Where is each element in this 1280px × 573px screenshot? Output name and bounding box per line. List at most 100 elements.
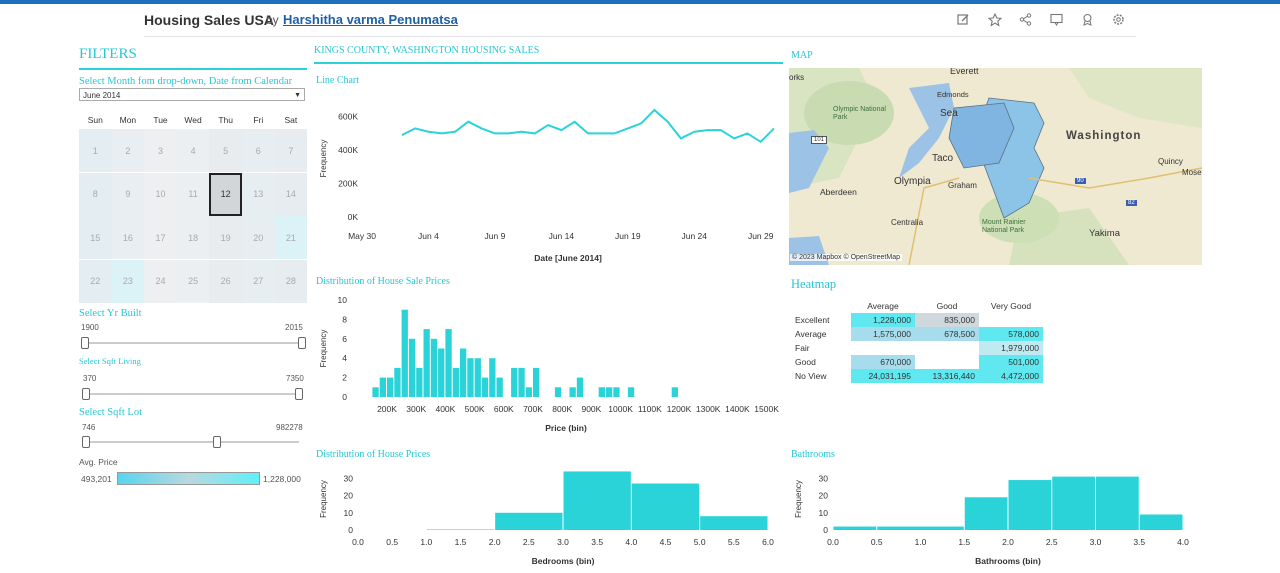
- sqft-living-min-handle[interactable]: [82, 388, 90, 400]
- heatmap-title: Heatmap: [791, 277, 837, 291]
- avg-price-max: 1,228,000: [263, 474, 301, 484]
- histogram-bar: [1052, 476, 1095, 530]
- star-icon[interactable]: [985, 10, 1004, 29]
- month-dropdown[interactable]: June 2014 ▼: [79, 88, 305, 101]
- y-tick-label: 6: [342, 334, 347, 344]
- histogram-bar: [430, 338, 438, 397]
- calendar-day[interactable]: 18: [176, 216, 210, 259]
- calendar-day[interactable]: 1: [79, 129, 112, 172]
- calendar-day[interactable]: 21: [274, 216, 308, 259]
- calendar-day[interactable]: 7: [274, 129, 308, 172]
- sqft-lot-slider[interactable]: [84, 441, 299, 443]
- heatmap-cell[interactable]: [915, 355, 979, 369]
- map-label-quincy: Quincy: [1158, 157, 1183, 166]
- calendar-day[interactable]: 23: [111, 259, 145, 303]
- heatmap-cell[interactable]: [979, 313, 1043, 327]
- calendar-day[interactable]: 2: [111, 129, 145, 172]
- calendar-day[interactable]: 24: [144, 259, 177, 303]
- sqft-lot-max-handle[interactable]: [213, 436, 221, 448]
- sqft-lot-min-handle[interactable]: [82, 436, 90, 448]
- yr-built-slider[interactable]: [84, 342, 302, 344]
- settings-icon[interactable]: [1109, 10, 1128, 29]
- calendar-day[interactable]: 26: [209, 259, 242, 303]
- heatmap-cell[interactable]: 670,000: [851, 355, 915, 369]
- histogram-bar: [452, 367, 459, 397]
- sqft-living-max-handle[interactable]: [295, 388, 303, 400]
- x-tick-label: 3.0: [557, 537, 569, 547]
- author-link[interactable]: Harshitha varma Penumatsa: [283, 12, 458, 27]
- main-section-divider: [314, 62, 783, 64]
- calendar-day[interactable]: 6: [242, 129, 275, 172]
- heatmap-cell[interactable]: 578,000: [979, 327, 1043, 341]
- comment-icon[interactable]: [1047, 10, 1066, 29]
- main-section-title: KINGS COUNTY, WASHINGTON HOUSING SALES: [314, 45, 540, 56]
- share-icon[interactable]: [1016, 10, 1035, 29]
- heatmap-cell[interactable]: 1,575,000: [851, 327, 915, 341]
- x-tick-label: Jun 24: [681, 231, 707, 241]
- edit-icon[interactable]: [954, 10, 973, 29]
- x-axis-title: Price (bin): [545, 423, 587, 433]
- calendar-day[interactable]: 8: [79, 172, 112, 216]
- calendar-day[interactable]: 13: [242, 172, 275, 216]
- calendar-day[interactable]: 19: [209, 216, 242, 259]
- calendar-day[interactable]: 20: [242, 216, 275, 259]
- calendar-day[interactable]: 16: [111, 216, 145, 259]
- y-tick-label: 10: [344, 508, 354, 518]
- histogram-bar: [426, 529, 495, 530]
- map-label-washington: Washington: [1066, 130, 1142, 142]
- calendar-day[interactable]: 15: [79, 216, 112, 259]
- highway-101-icon: 101: [811, 136, 828, 144]
- x-tick-label: 1.5: [455, 537, 467, 547]
- histogram-bar: [525, 387, 532, 397]
- calendar-day[interactable]: 3: [144, 129, 177, 172]
- calendar-day[interactable]: 5: [209, 129, 242, 172]
- y-axis-title: Frequency: [319, 480, 328, 518]
- heatmap-cell[interactable]: 13,316,440: [915, 369, 979, 383]
- heatmap-cell[interactable]: 678,500: [915, 327, 979, 341]
- calendar-day[interactable]: 22: [79, 259, 112, 303]
- heatmap-cell[interactable]: 501,000: [979, 355, 1043, 369]
- heatmap-cell[interactable]: 1,979,000: [979, 341, 1043, 355]
- heatmap-cell[interactable]: 1,228,000: [851, 313, 915, 327]
- calendar-day[interactable]: 11: [176, 172, 210, 216]
- x-axis-title: Bathrooms (bin): [975, 556, 1041, 566]
- x-tick-label: May 30: [348, 231, 376, 241]
- heatmap-cell[interactable]: 4,472,000: [979, 369, 1043, 383]
- sqft-living-slider[interactable]: [84, 393, 300, 395]
- heatmap-cell[interactable]: [851, 341, 915, 355]
- histogram-bar: [496, 377, 503, 397]
- calendar-day[interactable]: 9: [111, 172, 145, 216]
- calendar-day[interactable]: 4: [176, 129, 210, 172]
- line-chart-title: Line Chart: [316, 75, 360, 86]
- map-label-olympia: Olympia: [894, 176, 931, 187]
- histogram-bar: [598, 387, 605, 397]
- x-tick-label: 0.0: [352, 537, 364, 547]
- chevron-down-icon: ▼: [294, 92, 301, 99]
- calendar-day[interactable]: 17: [144, 216, 177, 259]
- x-tick-label: 500K: [465, 404, 485, 414]
- yr-built-max: 2015: [285, 323, 303, 332]
- histogram-bar: [518, 367, 525, 397]
- yr-built-max-handle[interactable]: [298, 337, 306, 349]
- x-tick-label: 200K: [377, 404, 397, 414]
- map-label-rainier: Mount Rainier National Park: [982, 219, 1026, 234]
- yr-built-min-handle[interactable]: [81, 337, 89, 349]
- calendar-day-selected[interactable]: 12: [209, 172, 242, 216]
- heatmap-row-label: No View: [795, 371, 827, 381]
- calendar-day[interactable]: 27: [242, 259, 275, 303]
- calendar-day[interactable]: 28: [274, 259, 308, 303]
- heatmap-cell[interactable]: 835,000: [915, 313, 979, 327]
- heatmap-cell[interactable]: [915, 341, 979, 355]
- heatmap-cell[interactable]: 24,031,195: [851, 369, 915, 383]
- x-tick-label: 1300K: [696, 404, 721, 414]
- map[interactable]: orks Everett Edmonds Olympic National Pa…: [789, 68, 1202, 265]
- subscribe-icon[interactable]: [1078, 10, 1097, 29]
- map-label-orks: orks: [789, 73, 805, 82]
- calendar-day[interactable]: 25: [176, 259, 210, 303]
- x-tick-label: 3.5: [591, 537, 603, 547]
- weekday-mon: Mon: [119, 115, 137, 125]
- x-tick-label: 300K: [406, 404, 426, 414]
- calendar-day[interactable]: 14: [274, 172, 308, 216]
- calendar-day[interactable]: 10: [144, 172, 177, 216]
- y-tick-label: 4: [342, 353, 347, 363]
